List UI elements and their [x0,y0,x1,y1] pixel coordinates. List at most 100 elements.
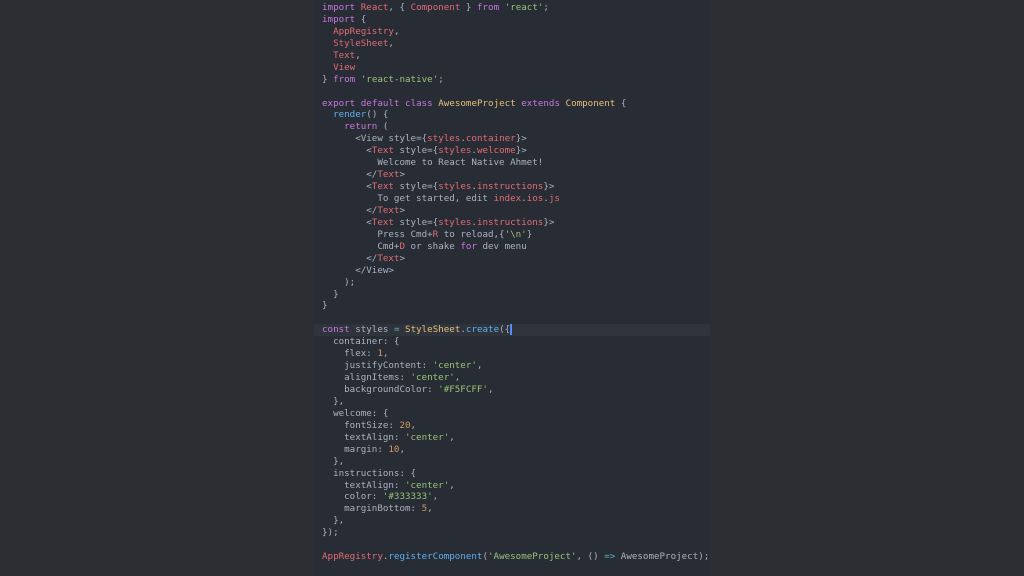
code-line[interactable]: Cmd+D or shake for dev menu [322,241,710,253]
code-token: < [322,145,372,157]
code-line[interactable]: margin: 10, [322,444,710,456]
code-token: or shake [405,240,461,252]
code-token: Welcome to React Native Ahmet! [322,157,544,169]
code-line[interactable]: } [322,289,710,301]
code-line[interactable]: <View style={styles.container}> [322,133,710,145]
code-token: extends [521,97,560,109]
code-token: 'center' [410,372,455,384]
code-line[interactable]: backgroundColor: '#F5FCFF', [322,384,710,396]
code-token: index [493,193,522,204]
code-line[interactable]: import React, { Component } from 'react'… [322,2,710,14]
code-line[interactable]: welcome: { [322,408,710,420]
code-line[interactable]: container: { [322,336,710,348]
code-token: '#333333' [382,491,433,503]
code-line[interactable]: render() { [322,109,710,121]
code-editor[interactable]: import React, { Component } from 'react'… [314,0,710,576]
code-token: View [366,264,389,276]
code-line[interactable]: ​ [322,539,710,551]
code-token: , [454,372,461,384]
code-line[interactable]: return ( [322,121,710,133]
code-token: flex: [322,348,378,360]
code-line[interactable]: </Text> [322,253,710,265]
code-token: }, [322,455,345,467]
code-token: alignItems: [322,372,411,384]
code-line[interactable]: Welcome to React Native Ahmet! [322,157,710,169]
code-token: } [322,288,339,300]
code-token: StyleSheet [333,37,389,49]
code-line[interactable]: fontSize: 20, [322,420,710,432]
code-line[interactable]: const styles = StyleSheet.create({ [314,324,710,337]
code-line[interactable]: textAlign: 'center', [322,432,710,444]
code-token: 'center' [404,479,450,491]
code-token: class [405,97,433,109]
code-token: fontSize: [322,419,400,431]
code-line[interactable]: AppRegistry.registerComponent('AwesomePr… [322,551,710,563]
code-line[interactable]: }); [322,527,710,539]
code-token: , [393,25,400,37]
code-line[interactable]: <Text style={styles.instructions}> [322,217,710,229]
code-token: , [449,479,455,491]
code-token: style={ [382,133,428,145]
code-line[interactable]: }, [322,456,710,468]
code-line[interactable]: ​ [322,86,710,98]
code-line[interactable]: marginBottom: 5, [322,503,710,515]
code-line[interactable]: Text, [322,50,710,62]
code-line[interactable]: }, [322,515,710,527]
code-token: ( [377,121,389,133]
code-line[interactable]: </View> [322,265,710,277]
code-line[interactable]: ); [322,277,710,289]
code-token: textAlign: [322,431,405,443]
code-line[interactable]: View [322,62,710,74]
code-line[interactable]: To get started, edit index.ios.js [322,193,710,205]
code-token: 'center' [432,360,477,372]
code-line[interactable]: AppRegistry, [322,26,710,38]
code-line[interactable]: ​ [322,312,710,324]
code-token: React [360,2,389,13]
code-line[interactable]: <Text style={styles.welcome}> [322,145,710,157]
code-line[interactable]: justifyContent: 'center', [322,360,710,372]
code-token: render [333,109,367,121]
code-line[interactable]: flex: 1, [322,348,710,360]
code-token: , [427,503,433,515]
code-line[interactable]: }, [322,396,710,408]
code-token: 'center' [404,431,450,443]
code-token: To get started, edit [322,193,494,204]
code-token: welcome [476,145,516,157]
code-line[interactable]: Press Cmd+R to reload,{'\n'} [322,229,710,241]
code-token: container [465,133,516,145]
code-token: }> [543,216,555,228]
code-token: </ [322,264,367,276]
code-line[interactable]: export default class AwesomeProject exte… [322,98,710,110]
code-token: Press Cmd+ [322,228,433,240]
code-line[interactable]: } from 'react-native'; [322,74,710,86]
code-line[interactable]: import { [322,14,710,26]
code-line[interactable]: } [322,300,710,312]
code-area[interactable]: import React, { Component } from 'react'… [314,2,710,563]
code-line[interactable]: alignItems: 'center', [322,372,710,384]
code-token: const [322,324,350,336]
code-token: Component [410,2,461,13]
code-token: }); [322,527,339,539]
code-line[interactable]: color: '#333333', [322,491,710,503]
code-line[interactable]: textAlign: 'center', [322,480,710,492]
code-token: '\n' [504,228,527,240]
code-token: js [548,193,560,204]
code-token: style={ [393,181,439,193]
code-token: instructions [476,181,544,193]
code-line[interactable]: <Text style={styles.instructions}> [322,181,710,193]
code-line[interactable]: </Text> [322,169,710,181]
code-line[interactable]: </Text> [322,205,710,217]
code-token: ); [322,276,356,288]
code-token: import [322,13,356,25]
code-line[interactable]: instructions: { [322,468,710,480]
code-token: import [322,2,356,13]
code-token: welcome: { [322,407,389,419]
code-token: style={ [393,216,439,228]
code-line[interactable]: StyleSheet, [322,38,710,50]
code-token: instructions: { [322,467,417,479]
code-token: Text [377,204,400,216]
code-token: 20 [399,419,411,431]
code-token: , [432,491,439,503]
